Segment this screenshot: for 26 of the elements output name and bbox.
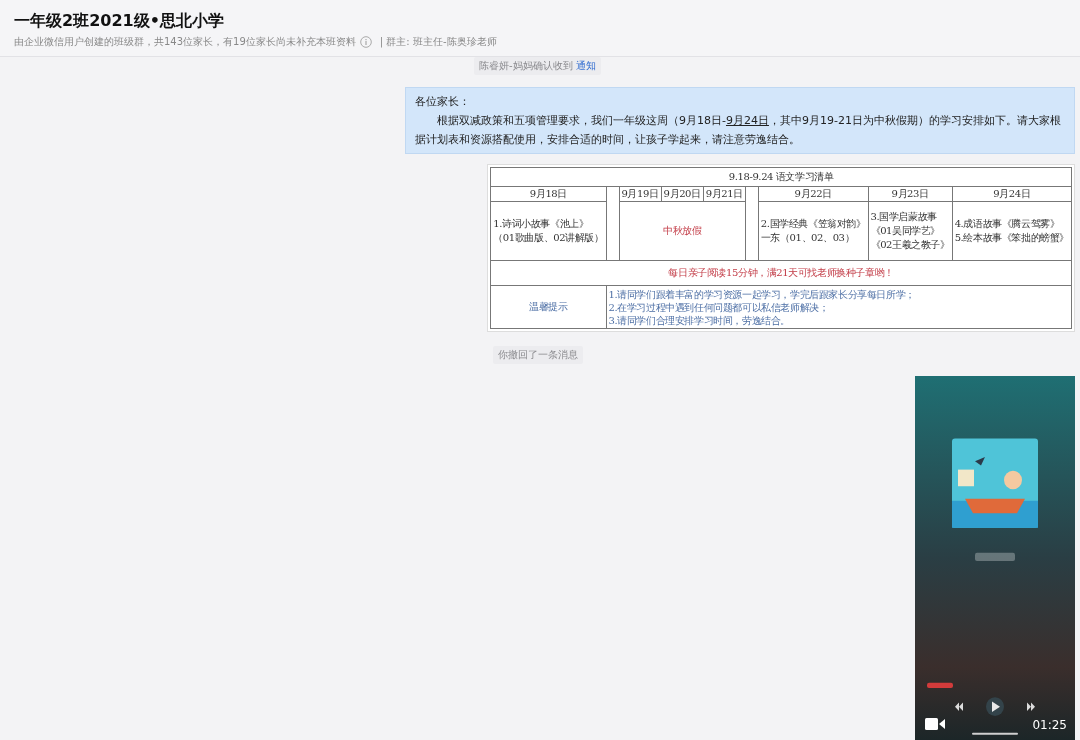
notice-link[interactable]: 通知 — [575, 60, 596, 71]
day-header: 9月24日 — [952, 186, 1072, 202]
task-cell: 1.诗词小故事《池上》 （01歌曲版、02讲解版） — [490, 201, 606, 261]
task-cell: 3.国学启蒙故事 《01吴同学艺》 《02王羲之教子》 — [868, 201, 953, 261]
day-header: 9月20日 — [661, 186, 704, 202]
tips-label: 温馨提示 — [490, 285, 606, 329]
group-description: 由企业微信用户创建的班级群，共143位家长，有19位家长尚未补充本班资料 — [14, 35, 356, 49]
video-camera-icon — [925, 718, 945, 730]
video-duration: 01:25 — [1032, 718, 1067, 732]
task-cell: 4.成语故事《腾云驾雾》 5.绘本故事《笨拙的螃蟹》 — [952, 201, 1072, 261]
day-header: 9月22日 — [758, 186, 869, 202]
task-cell: 2.国学经典《笠翁对韵》 一东（01、02、03） — [758, 201, 869, 261]
day-header: 9月21日 — [703, 186, 746, 202]
date-link[interactable]: 9月24日 — [725, 114, 769, 127]
chat-title: 一年级2班2021级•思北小学 — [14, 10, 225, 32]
day-header: 9月18日 — [490, 186, 606, 202]
day-header: 9月23日 — [868, 186, 953, 202]
day-header: 9月19日 — [619, 186, 662, 202]
reading-note: 每日亲子阅读15分钟，满21天可找老师换种子章哟！ — [490, 260, 1072, 286]
notice-text: 陈睿妍-妈妈确认收到 — [479, 60, 573, 71]
message-text: 根据双减政策和五项管理要求，我们一年级这周（9月18日-9月24日，其中9月19-21日为中秋假期）的学习安排如下。请大家根据计划表和资源搭配使用，安排合适的时间，让孩子学起来，请注意劳逸结合。 — [415, 113, 1062, 148]
group-owner: | 群主: 班主任-陈奥珍老师 — [379, 35, 497, 49]
info-icon[interactable] — [359, 36, 372, 48]
tips-text: 1.请同学们跟着丰富的学习资源一起学习，学完后跟家长分享每日所学； 2.在学习过程中遇到任何问题都可以私信老师解决； 3.请同学们合理安排学习时间，劳逸结合。 — [606, 285, 1072, 329]
table-title: 9.18-9.24 语文学习清单 — [490, 167, 1072, 187]
greeting-text: 各位家长： — [415, 94, 471, 110]
